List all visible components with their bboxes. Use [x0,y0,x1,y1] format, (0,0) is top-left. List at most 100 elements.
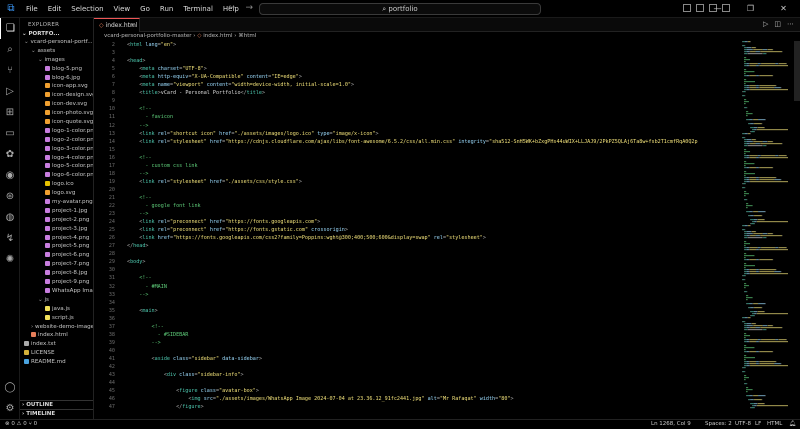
maximize-icon[interactable]: ❐ [734,0,767,18]
file-tree-item[interactable]: ⌄ vcard-personal-portf... [20,38,93,47]
outline-section[interactable]: › OUTLINE [20,400,93,409]
minimap-line [758,361,760,363]
file-tree-item[interactable]: java.js [20,305,93,314]
file-tree-item[interactable]: blog-6.jpg [20,74,93,83]
code-token: - #SIDEBAR [151,331,189,338]
file-tree-item[interactable]: WhatsApp Image ... [20,287,93,296]
file-tree-item[interactable]: icon-photo.svg [20,109,93,118]
minimap-line [747,237,763,239]
minimap-line [744,263,747,265]
file-tree-item[interactable]: logo-1-color.png [20,127,93,136]
menu-go[interactable]: Go [135,0,155,18]
explorer-icon[interactable]: ❏ [0,18,20,39]
file-tree-item[interactable]: project-3.jpg [20,225,93,234]
file-tree-item[interactable]: ⌄ images [20,56,93,65]
file-tree-item[interactable]: icon-quote.svg [20,118,93,127]
file-tree-item[interactable]: icon-dev.svg [20,100,93,109]
menu-terminal[interactable]: Terminal [178,0,218,18]
file-tree-item[interactable]: logo.svg [20,189,93,198]
file-tree-item[interactable]: ⌄ js [20,296,93,305]
chatgpt-icon[interactable]: ✿ [0,144,20,165]
source-control-icon[interactable]: ⑂ [0,60,20,81]
file-tree-label: project-8.jpg [52,270,88,277]
breadcrumb-symbol[interactable]: html [244,33,257,39]
more-actions-icon[interactable]: ⋯ [787,20,794,28]
project-root[interactable]: ⌄ PORTFO... [20,30,93,38]
search-icon[interactable]: ⌕ [0,39,20,60]
split-editor-icon[interactable]: ◫ [774,20,781,28]
file-tree-item[interactable]: script.js [20,314,93,323]
minimap[interactable] [742,41,792,419]
file-tree-item[interactable]: › website-demo-image [20,323,93,332]
run-debug-icon[interactable]: ▷ [0,81,20,102]
tab-index-html[interactable]: ◇ index.html × [94,18,140,32]
run-icon[interactable]: ▷ [763,20,768,28]
cursor-position[interactable]: Ln 1268, Col 9 [651,420,691,429]
extensions-icon[interactable]: ⊞ [0,102,20,123]
file-tree-item[interactable]: LICENSE [20,349,93,358]
file-tree-item[interactable]: my-avatar.png [20,198,93,207]
menu-run[interactable]: Run [155,0,178,18]
file-tree-label: icon-design.svg [52,92,93,99]
menu-view[interactable]: View [109,0,136,18]
file-tree-item[interactable]: logo-6-color.png [20,171,93,180]
file-tree-item[interactable]: logo-3-color.png [20,145,93,154]
github-icon[interactable]: ◉ [0,165,20,186]
close-tab-icon[interactable]: × [130,19,135,32]
close-window-icon[interactable]: ✕ [767,0,800,18]
toggle-sidebar-icon[interactable] [683,4,691,12]
problems-indicator[interactable]: ⊗ 0 ⚠ 0 ⑂ 0 [5,420,37,429]
file-tree-item[interactable]: project-7.png [20,260,93,269]
notifications-bell-icon[interactable]: 🔔︎ [789,420,796,429]
breadcrumb-file[interactable]: index.html [203,33,232,39]
vertical-scrollbar[interactable] [794,41,800,101]
file-tree-item[interactable]: project-6.png [20,251,93,260]
command-center-search[interactable]: ⌕ portfolio [259,3,541,15]
live-share-icon[interactable]: ↯ [0,228,20,249]
copilot-icon[interactable]: ◍ [0,207,20,228]
file-tree-item[interactable]: project-2.png [20,216,93,225]
menu-edit[interactable]: Edit [43,0,67,18]
extension-panel-icon[interactable]: ⊛ [0,186,20,207]
file-tree-item[interactable]: project-8.jpg [20,269,93,278]
file-tree-item[interactable]: index.txt [20,340,93,349]
menu-file[interactable]: File [21,0,43,18]
file-tree-item[interactable]: project-1.jpg [20,207,93,216]
remote-explorer-icon[interactable]: ▭ [0,123,20,144]
file-tree-item[interactable]: README.md [20,358,93,367]
gear-tool-icon[interactable]: ✺ [0,249,20,270]
indentation[interactable]: Spaces: 2 [705,420,732,429]
file-tree-item[interactable]: logo.ico [20,180,93,189]
file-tree-item[interactable]: icon-design.svg [20,91,93,100]
code-editor[interactable]: 2 <html lang="en"> 3 4 <head> 5 <meta charset… [94,41,734,419]
file-tree-item[interactable]: project-9.png [20,278,93,287]
minimize-icon[interactable]: — [701,0,734,18]
file-tree-item[interactable]: project-5.png [20,242,93,251]
breadcrumb-folder[interactable]: vcard-personal-portfolio-master [104,33,192,39]
end-of-line[interactable]: LF [755,420,761,429]
file-tree-item[interactable]: blog-5.png [20,65,93,74]
file-tree-item[interactable]: logo-2-color.png [20,136,93,145]
file-tree-item[interactable]: icon-app.svg [20,82,93,91]
code-line[interactable]: 47 </figure> [94,403,734,412]
settings-gear-icon[interactable]: ⚙ [0,398,20,419]
minimap-line [757,219,765,221]
file-tree-item[interactable]: logo-5-color.png [20,162,93,171]
file-tree-item[interactable]: ⌄ assets [20,47,93,56]
file-tree-item[interactable]: project-4.png [20,234,93,243]
forward-arrow-icon[interactable]: → [246,3,254,13]
language-mode[interactable]: HTML [767,420,782,429]
file-tree-item[interactable]: index.html [20,331,93,340]
menu-selection[interactable]: Selection [66,0,108,18]
project-name: PORTFO... [28,31,60,37]
encoding[interactable]: UTF-8 [735,420,751,429]
back-arrow-icon[interactable]: ← [228,3,236,13]
file-tree-item[interactable]: logo-4-color.png [20,154,93,163]
timeline-section[interactable]: › TIMELINE [20,409,93,418]
minimap-line [744,339,747,341]
code-token: > [240,372,244,379]
minimap-line [744,149,747,151]
account-icon[interactable]: ◯ [0,377,20,398]
